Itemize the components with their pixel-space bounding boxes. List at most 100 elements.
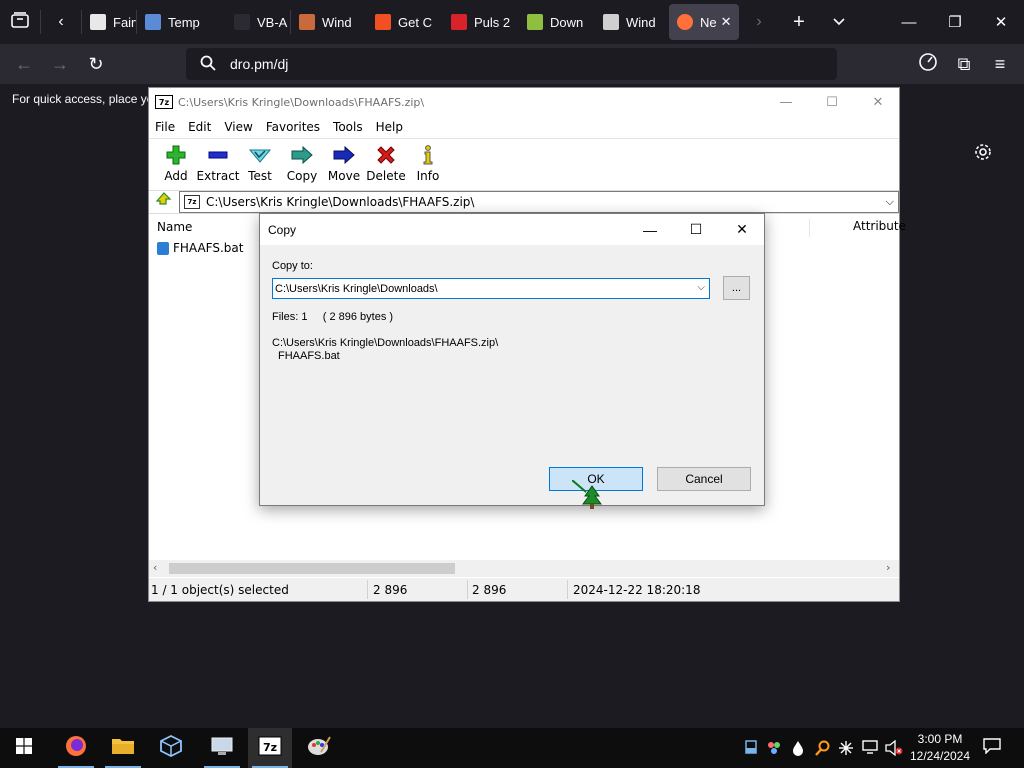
menu-tools[interactable]: Tools [333,120,363,134]
taskbar-file-explorer[interactable] [101,728,145,768]
minimize-icon: — [643,221,657,238]
scroll-right-icon[interactable]: › [886,561,890,574]
tray-search-icon[interactable] [815,740,831,759]
dialog-close-button[interactable]: ✕ [719,214,765,245]
bookmarks-hint-text: For quick access, place yo [12,92,154,106]
tray-snowflake-icon[interactable] [838,740,854,759]
add-button[interactable]: Add [155,139,197,183]
taskbar-remote-desktop[interactable] [200,728,244,768]
dialog-maximize-button[interactable]: ☐ [673,214,719,245]
tab-label: VB-A [257,14,288,30]
red-x-icon [376,144,396,166]
column-attributes-header[interactable]: Attribute [809,219,906,237]
menu-view[interactable]: View [224,120,252,134]
arrow-right-icon: → [51,53,69,74]
extract-button[interactable]: Extract [197,139,240,183]
notification-center-button[interactable] [980,736,1004,760]
chevron-down-icon[interactable]: ⌵ [697,282,705,293]
tray-taskview-icon[interactable] [745,740,757,757]
menu-edit[interactable]: Edit [188,120,211,134]
taskbar-7zip[interactable]: 7z [248,728,292,768]
browser-tab[interactable]: Wind [595,4,667,40]
menu-favorites[interactable]: Favorites [266,120,320,134]
browser-nav-bar: ← → ↻ dro.pm/dj ⧉ ≡ [0,44,1024,84]
vpn-button[interactable] [912,48,944,80]
info-label: Info [416,169,440,183]
status-bar: 1 / 1 object(s) selected 2 896 2 896 202… [149,578,899,601]
reload-button[interactable]: ↻ [80,48,112,80]
horizontal-scrollbar[interactable]: ‹ › [149,560,899,577]
files-info-text: Files: 1 ( 2 896 bytes ) [272,311,394,323]
browser-tab[interactable]: VB-A [226,4,290,40]
dialog-minimize-button[interactable]: — [627,214,673,245]
status-size: 2 896 [373,583,408,597]
up-arrow-icon [155,192,172,212]
url-bar[interactable]: dro.pm/dj [186,48,837,80]
destination-combobox[interactable]: C:\Users\Kris Kringle\Downloads\ ⌵ [272,278,710,299]
new-tab-button[interactable]: + [779,0,819,44]
move-button[interactable]: Move [323,139,365,183]
tab-overview-button[interactable] [0,0,40,44]
taskbar-virtualbox[interactable] [149,728,193,768]
windows-taskbar: 7z 3:00 PM 12/24/2024 [0,728,1024,768]
file-row[interactable]: FHAAFS.bat [157,241,243,255]
menu-file[interactable]: File [155,120,175,134]
status-divider [567,580,568,599]
sevenzip-close-button[interactable]: ✕ [855,88,901,116]
scroll-left-icon[interactable]: ‹ [153,561,157,574]
column-name-header[interactable]: Name [157,220,192,234]
browser-minimize-button[interactable]: — [886,0,932,44]
tab-close-icon[interactable]: ✕ [721,14,732,30]
browser-close-button[interactable]: ✕ [978,0,1024,44]
forward-button[interactable]: → [44,48,76,80]
tab-scroll-left-button[interactable]: ‹ [41,0,81,44]
taskbar-clock[interactable]: 3:00 PM 12/24/2024 [905,731,975,765]
taskbar-paint[interactable] [297,728,341,768]
browser-tab[interactable]: Wind [291,4,367,40]
tray-app-icon[interactable] [766,740,782,759]
copy-dialog: Copy — ☐ ✕ Copy to: C:\Users\Kris Kringl… [259,213,765,506]
scrollbar-thumb[interactable] [169,563,455,574]
chevron-down-icon[interactable]: ⌵ [886,195,894,209]
cancel-button[interactable]: Cancel [657,467,751,491]
browser-tab[interactable]: Temp [137,4,226,40]
extensions-button[interactable]: ⧉ [948,48,980,80]
copy-button[interactable]: Copy [281,139,323,183]
tab-label: Ne [700,14,717,30]
status-divider [467,580,468,599]
tray-volume-muted-icon[interactable] [885,739,903,759]
up-folder-button[interactable] [149,191,179,213]
status-packed-size: 2 896 [472,583,507,597]
batch-file-icon [157,241,169,255]
menu-help[interactable]: Help [376,120,403,134]
tab-scroll-right-button[interactable]: › [739,0,779,44]
browser-restore-button[interactable]: ❐ [932,0,978,44]
sevenzip-maximize-button[interactable]: ☐ [809,88,855,116]
browser-tab[interactable]: Fairw [82,4,136,40]
tray-network-icon[interactable] [862,740,878,757]
browser-tab[interactable]: Puls 2 [443,4,519,40]
browser-tab[interactable]: Down [519,4,595,40]
start-button[interactable] [2,728,46,768]
back-button[interactable]: ← [8,48,40,80]
browser-tab[interactable]: Get C [367,4,443,40]
hamburger-menu-icon: ≡ [994,53,1006,74]
list-all-tabs-button[interactable] [819,0,859,44]
close-icon: ✕ [994,14,1008,31]
path-combobox[interactable]: 7z C:\Users\Kris Kringle\Downloads\FHAAF… [179,191,899,213]
tray-droplet-icon[interactable] [792,740,804,759]
sevenzip-minimize-button[interactable]: — [763,88,809,116]
tab-favicon-icon [451,14,467,30]
svg-text:7z: 7z [263,741,277,754]
test-button[interactable]: Test [239,139,281,183]
christmas-tree-cursor-icon [571,479,602,515]
browse-button[interactable]: ... [723,276,750,300]
taskbar-firefox[interactable] [54,728,98,768]
page-settings-button[interactable] [972,143,994,165]
browser-tab-active[interactable]: Ne ✕ [669,4,739,40]
info-button[interactable]: Info [407,139,449,183]
delete-button[interactable]: Delete [365,139,407,183]
copy-label: Copy [286,169,318,183]
app-menu-button[interactable]: ≡ [984,48,1016,80]
sevenzip-logo-icon: 7z [258,736,282,761]
